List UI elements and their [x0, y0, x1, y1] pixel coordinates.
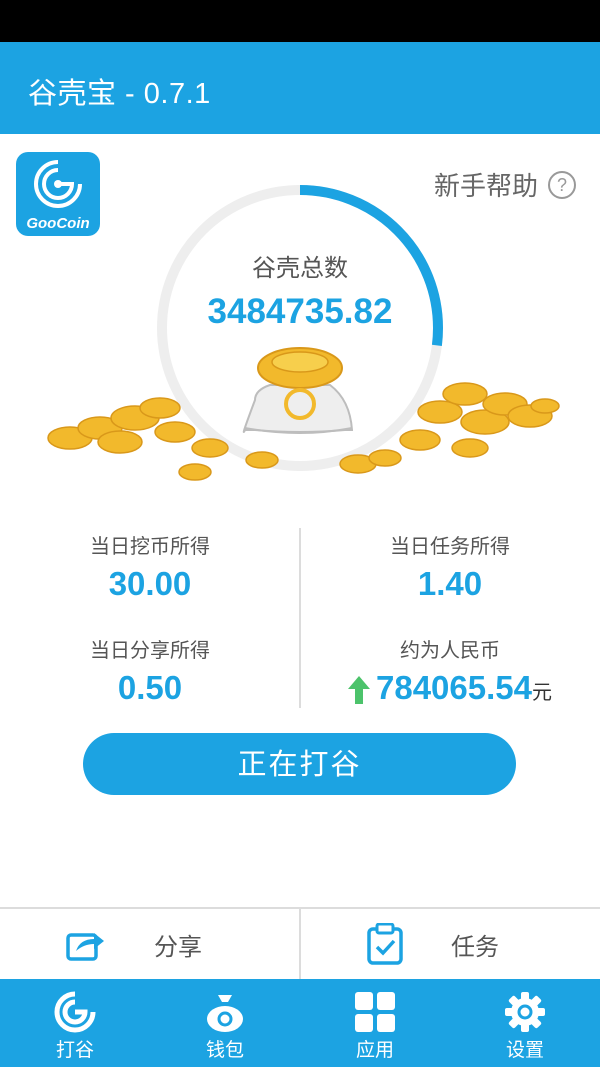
money-bag	[242, 347, 354, 434]
tasks-button[interactable]: 任务	[301, 909, 600, 979]
up-arrow-icon	[348, 676, 370, 705]
app-bar: 谷壳宝 - 0.7.1	[0, 42, 600, 134]
stat-share-label: 当日分享所得	[90, 638, 210, 662]
goocoin-logo-icon	[34, 160, 82, 208]
share-button[interactable]: 分享	[0, 909, 299, 979]
stat-rmb-value: 784065.54	[376, 669, 532, 706]
help-label: 新手帮助	[433, 172, 538, 202]
stat-task-value: 1.40	[417, 565, 483, 602]
stat-rmb-label: 约为人民币	[400, 638, 500, 662]
stat-mining-value: 30.00	[108, 565, 192, 602]
tab-apps[interactable]: 应用	[300, 979, 450, 1067]
apps-grid-icon	[355, 992, 395, 1032]
bottom-tab-bar: 打谷 钱包 应用 设置	[0, 979, 600, 1067]
tab-wallet-label: 钱包	[205, 1039, 244, 1061]
mining-status-button[interactable]: 正在打谷	[83, 733, 516, 795]
action-bar: 分享 任务	[0, 907, 600, 979]
goocoin-icon	[54, 991, 96, 1033]
tab-mining[interactable]: 打谷	[0, 979, 150, 1067]
stats-panel: 当日挖币所得 30.00 当日任务所得 1.40 当日分享所得 0.50 约为人…	[0, 520, 600, 710]
stat-rmb-value-row: 784065.54元	[300, 669, 600, 707]
stat-mining-today: 当日挖币所得 30.00	[0, 530, 300, 603]
app-title: 谷壳宝 - 0.7.1	[28, 78, 211, 110]
stat-mining-label: 当日挖币所得	[90, 534, 210, 558]
stat-rmb-unit: 元	[532, 682, 552, 704]
share-icon	[66, 933, 104, 961]
coins-illustration	[47, 347, 560, 481]
total-value: 3484735.82	[207, 292, 393, 331]
tab-mining-label: 打谷	[55, 1039, 94, 1061]
stat-share-value: 0.50	[117, 669, 183, 706]
goocoin-logo: GooCoin	[16, 152, 100, 236]
stat-share-today: 当日分享所得 0.50	[0, 634, 300, 707]
total-label: 谷壳总数	[252, 254, 348, 282]
stat-rmb: 约为人民币 784065.54元	[300, 634, 600, 707]
status-bar	[0, 0, 600, 42]
tab-apps-label: 应用	[355, 1039, 394, 1061]
clipboard-check-icon	[367, 923, 403, 965]
logo-text: GooCoin	[26, 215, 90, 232]
tab-settings-label: 设置	[505, 1039, 544, 1061]
tab-settings[interactable]: 设置	[450, 979, 600, 1067]
tab-wallet[interactable]: 钱包	[150, 979, 300, 1067]
help-link[interactable]: 新手帮助 ?	[434, 166, 576, 203]
share-label: 分享	[154, 932, 202, 961]
stat-task-label: 当日任务所得	[390, 534, 510, 558]
question-circle-icon: ?	[548, 170, 576, 199]
money-bag-icon	[207, 995, 243, 1032]
tasks-label: 任务	[451, 932, 499, 961]
gear-icon	[505, 992, 545, 1032]
stat-task-today: 当日任务所得 1.40	[300, 530, 600, 603]
